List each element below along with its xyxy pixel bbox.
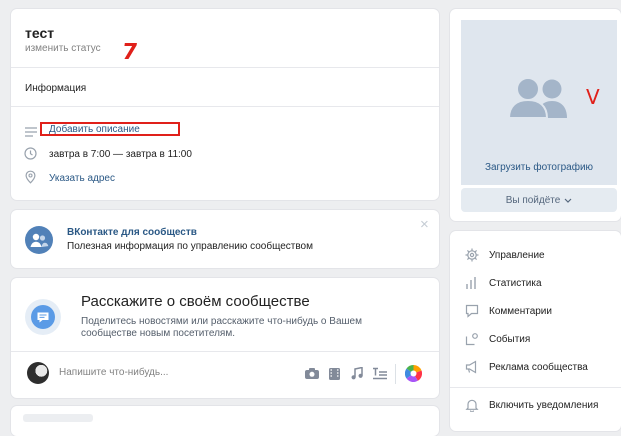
tell-subtitle: Поделитесь новостями или расскажите что-… [81, 316, 362, 339]
tell-about-card: Расскажите о своём сообществе Поделитесь… [11, 278, 439, 398]
going-button-label: Вы пойдёте [505, 194, 561, 206]
post-input[interactable]: Напишите что-нибудь... [59, 367, 279, 378]
promo-subtitle: Полезная информация по управлению сообще… [67, 241, 313, 252]
menu-item-label: Включить уведомления [489, 399, 599, 411]
gear-icon [465, 248, 479, 262]
section-title-info[interactable]: Информация [25, 83, 86, 94]
change-status-link[interactable]: изменить статус [25, 43, 101, 54]
next-card-header-placeholder [23, 414, 93, 422]
menu-item-statistics[interactable]: Статистика [465, 271, 542, 295]
poster-icon[interactable] [405, 365, 422, 382]
menu-item-label: Статистика [489, 277, 542, 289]
article-icon[interactable] [373, 367, 387, 380]
location-pin-icon [24, 170, 37, 189]
chevron-down-icon [564, 195, 572, 206]
next-card [11, 406, 439, 436]
menu-item-events[interactable]: События [465, 327, 530, 351]
annotation-check-mark: V [586, 85, 600, 109]
set-address-link[interactable]: Указать адрес [49, 173, 115, 184]
annotation-mark-seven: 7 [120, 40, 140, 65]
event-time: завтра в 7:00 — завтра в 11:00 [49, 149, 192, 160]
add-description-link[interactable]: Добавить описание [49, 124, 140, 135]
menu-item-label: События [489, 333, 531, 345]
page-title: тест [25, 25, 55, 41]
divider [450, 387, 621, 388]
vk-community-avatar-icon [25, 226, 53, 259]
promo-card: ВКонтакте для сообществ Полезная информа… [11, 210, 439, 268]
upload-photo-link[interactable]: Загрузить фотографию [461, 162, 617, 173]
avatar[interactable] [27, 362, 49, 384]
divider [11, 351, 439, 352]
speech-bubble-icon [25, 299, 61, 340]
menu-item-management[interactable]: Управление [465, 243, 545, 267]
ads-icon [465, 360, 479, 374]
menu-item-label: Реклама сообщества [489, 361, 588, 373]
going-button[interactable]: Вы пойдёте [461, 188, 617, 212]
divider [11, 67, 439, 68]
comments-icon [465, 304, 479, 318]
menu-item-label: Управление [489, 249, 545, 261]
info-card: тест изменить статус 7 Информация Добави… [11, 9, 439, 200]
menu-item-label: Комментарии [489, 305, 552, 317]
menu-item-ads[interactable]: Реклама сообщества [465, 355, 588, 379]
stats-icon [465, 276, 479, 290]
clock-icon [24, 147, 37, 165]
bell-icon [465, 398, 479, 412]
events-icon [465, 332, 479, 346]
photo-card: V Загрузить фотографию Вы пойдёте [450, 9, 621, 221]
menu-item-comments[interactable]: Комментарии [465, 299, 552, 323]
tell-title: Расскажите о своём сообществе [81, 293, 310, 310]
promo-title[interactable]: ВКонтакте для сообществ [67, 227, 197, 238]
divider [395, 364, 396, 384]
divider [11, 106, 439, 107]
music-icon[interactable] [351, 367, 363, 380]
video-icon[interactable] [329, 368, 340, 380]
camera-icon[interactable] [305, 368, 319, 379]
menu-lines-icon [25, 124, 37, 142]
community-photo-placeholder[interactable]: V Загрузить фотографию [461, 20, 617, 185]
actions-menu-card: Управление Статистика Комментарии Событи… [450, 231, 621, 431]
people-silhouette-icon [507, 77, 572, 123]
menu-item-notifications[interactable]: Включить уведомления [465, 393, 598, 417]
close-icon[interactable]: × [420, 216, 429, 233]
